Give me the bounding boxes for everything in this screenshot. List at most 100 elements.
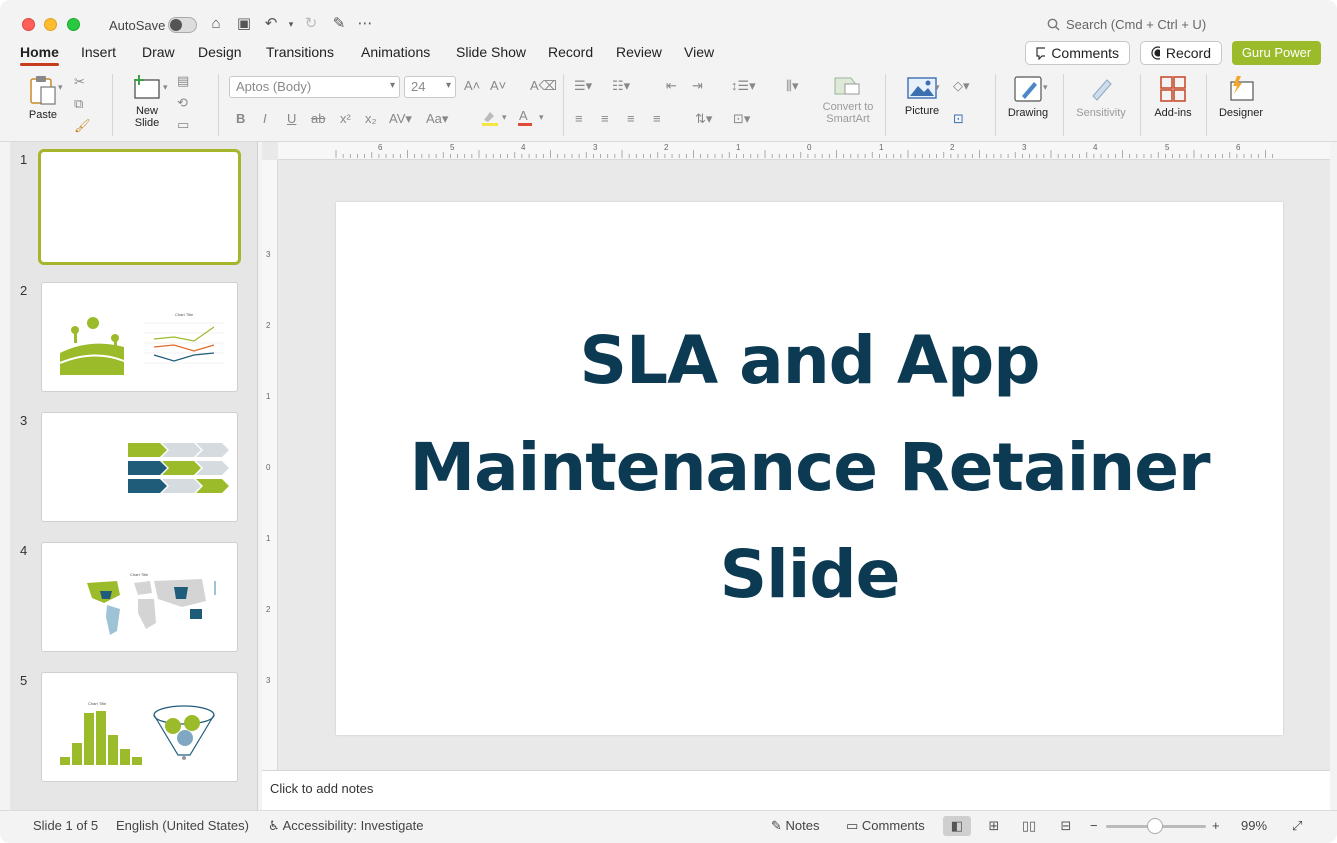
decrease-indent-icon[interactable]: ⇤	[666, 78, 677, 94]
comments-button[interactable]: Comments	[1025, 41, 1130, 65]
slide-thumbnail-1[interactable]	[38, 149, 241, 265]
designer-label: Designer	[1218, 107, 1264, 119]
tab-transitions[interactable]: Transitions	[266, 44, 334, 60]
more-icon[interactable]: ⋯	[356, 15, 374, 33]
bold-icon[interactable]: B	[236, 111, 245, 126]
normal-view-button[interactable]: ◧	[943, 816, 971, 836]
home-icon[interactable]: ⌂	[207, 15, 225, 33]
tab-review[interactable]: Review	[616, 44, 662, 60]
redo-icon[interactable]: ↻	[302, 15, 320, 33]
vertical-ruler[interactable]: 3 2 1 0 1 2 3	[262, 160, 278, 770]
line-spacing-icon[interactable]: ↕☰▾	[731, 78, 756, 94]
strikethrough-icon[interactable]: ab	[311, 111, 325, 126]
char-spacing-icon[interactable]: AV▾	[389, 111, 412, 127]
tab-record[interactable]: Record	[548, 44, 593, 60]
slide-sorter-button[interactable]: ⊞	[980, 816, 1008, 836]
tab-draw[interactable]: Draw	[142, 44, 175, 60]
new-slide-dropdown-icon[interactable]: ▾	[163, 82, 168, 93]
comments-toggle[interactable]: ▭ Comments	[846, 818, 925, 834]
align-center-icon[interactable]: ≡	[601, 111, 609, 126]
ruler-label: 2	[266, 321, 271, 330]
numbering-icon[interactable]: ☷▾	[612, 78, 630, 94]
font-name-select[interactable]: Aptos (Body) ▾	[229, 76, 400, 98]
undo-dropdown-icon[interactable]: ▾	[282, 15, 300, 33]
reading-view-button[interactable]: ▯▯	[1015, 816, 1043, 836]
autosave-toggle[interactable]	[168, 17, 197, 33]
slide-thumbnail-2[interactable]: Chart Title	[41, 282, 238, 392]
tab-design[interactable]: Design	[198, 44, 242, 60]
clear-format-icon[interactable]: A⌫	[530, 78, 557, 94]
tab-insert[interactable]: Insert	[81, 44, 116, 60]
reset-icon[interactable]: ⟲	[177, 95, 188, 111]
tab-home[interactable]: Home	[20, 44, 59, 66]
slide-show-button[interactable]: ⊟	[1052, 816, 1080, 836]
columns-icon[interactable]: ⫼▾	[786, 78, 799, 94]
change-case-icon[interactable]: Aa▾	[426, 111, 448, 127]
comment-icon: ▭	[846, 818, 859, 833]
horizontal-ruler[interactable]: 6 5 4 3 2 1 0 1 2 3 4 5 6	[278, 142, 1330, 160]
undo-icon[interactable]: ↶	[262, 15, 280, 33]
shapes-icon[interactable]: ◇▾	[953, 78, 970, 94]
copy-icon[interactable]: ⧉	[74, 96, 83, 112]
drawing-button[interactable]: Drawing	[1005, 74, 1051, 119]
normal-view-icon: ◧	[950, 818, 964, 833]
slide-thumbnail-panel[interactable]: 1 2 Chart Title 3 4 Chart Title 5 Chart …	[10, 142, 258, 810]
fit-slide-icon[interactable]: ⤢	[1292, 818, 1302, 834]
search-box[interactable]: Search (Cmd + Ctrl + U)	[1047, 17, 1206, 32]
addins-button[interactable]: Add-ins	[1150, 74, 1196, 119]
close-window-button[interactable]	[22, 18, 35, 31]
drawing-dropdown-icon[interactable]: ▾	[1043, 82, 1048, 93]
justify-icon[interactable]: ≡	[653, 111, 661, 126]
font-color-icon[interactable]: A ▾	[517, 108, 549, 131]
designer-button[interactable]: Designer	[1214, 74, 1268, 119]
align-right-icon[interactable]: ≡	[627, 111, 635, 126]
grow-font-icon[interactable]: A˄	[464, 78, 480, 93]
record-button[interactable]: Record	[1140, 41, 1222, 65]
tab-animations[interactable]: Animations	[361, 44, 430, 60]
zoom-slider-thumb[interactable]	[1147, 818, 1163, 834]
zoom-out-icon[interactable]: −	[1090, 818, 1098, 833]
notes-toggle[interactable]: ✎ Notes	[771, 818, 820, 834]
accessibility-status[interactable]: ♿ Accessibility: Investigate	[268, 818, 423, 834]
cut-icon[interactable]: ✂	[74, 74, 85, 90]
text-direction-icon[interactable]: ⇅▾	[695, 111, 712, 127]
zoom-in-icon[interactable]: +	[1212, 818, 1220, 833]
underline-icon[interactable]: U	[287, 111, 296, 126]
increase-indent-icon[interactable]: ⇥	[692, 78, 703, 94]
minimize-window-button[interactable]	[44, 18, 57, 31]
slide-thumbnail-5[interactable]: Chart Title	[41, 672, 238, 782]
font-size-select[interactable]: 24 ▾	[404, 76, 456, 98]
paste-button[interactable]: Paste	[24, 74, 62, 121]
bullets-icon[interactable]: ☰▾	[574, 78, 592, 94]
slide-thumbnail-4[interactable]: Chart Title	[41, 542, 238, 652]
picture-button[interactable]: Picture	[900, 74, 944, 117]
maximize-window-button[interactable]	[67, 18, 80, 31]
current-slide[interactable]: SLA and App Maintenance Retainer Slide	[336, 202, 1283, 735]
thumbnail-chart-title: Chart Title	[130, 572, 149, 577]
notes-pane[interactable]: Click to add notes	[262, 770, 1330, 810]
italic-icon[interactable]: I	[263, 111, 267, 126]
section-icon[interactable]: ▭	[177, 117, 189, 133]
zoom-level[interactable]: 99%	[1241, 818, 1267, 833]
slide-thumbnail-3[interactable]	[41, 412, 238, 522]
highlight-icon[interactable]: ▾	[480, 108, 512, 131]
convert-smartart-button[interactable]: Convert to SmartArt	[818, 74, 878, 125]
guru-power-button[interactable]: Guru Power	[1232, 41, 1321, 65]
subscript-icon[interactable]: x₂	[365, 111, 377, 126]
tab-view[interactable]: View	[684, 44, 714, 60]
superscript-icon[interactable]: x²	[340, 111, 351, 126]
shrink-font-icon[interactable]: A˅	[490, 78, 506, 93]
align-text-icon[interactable]: ⊡▾	[733, 111, 750, 127]
language[interactable]: English (United States)	[116, 818, 249, 833]
align-left-icon[interactable]: ≡	[575, 111, 583, 126]
paste-dropdown-icon[interactable]: ▾	[58, 82, 63, 93]
customize-icon[interactable]: ✎	[330, 15, 348, 33]
layout-icon[interactable]: ▤	[177, 73, 189, 89]
sensitivity-button[interactable]: Sensitivity	[1071, 74, 1131, 119]
text-box-icon[interactable]: ⊡	[953, 111, 964, 127]
format-painter-icon[interactable]: 🖌	[74, 118, 91, 134]
tab-slide-show[interactable]: Slide Show	[456, 44, 526, 60]
picture-dropdown-icon[interactable]: ▾	[935, 82, 940, 93]
save-icon[interactable]: ▣	[235, 15, 253, 33]
slide-title[interactable]: SLA and App Maintenance Retainer Slide	[376, 307, 1243, 628]
